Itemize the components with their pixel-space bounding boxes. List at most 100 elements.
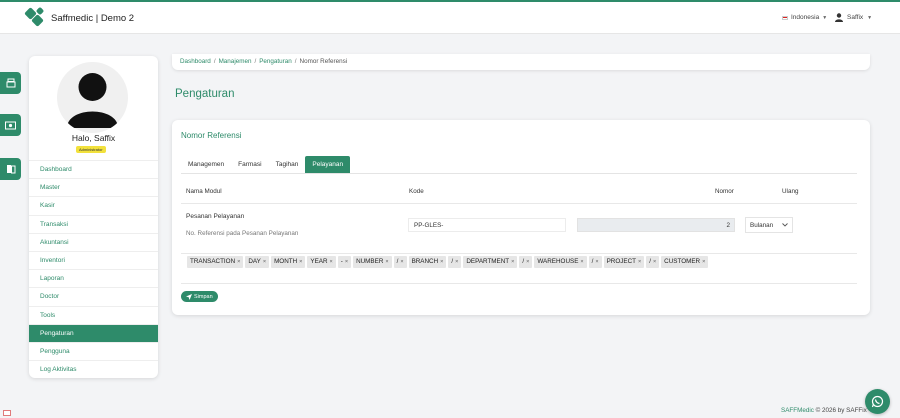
format-token[interactable]: DEPARTMENT ×: [463, 256, 518, 268]
format-token[interactable]: TRANSACTION ×: [187, 256, 244, 268]
format-token[interactable]: DAY ×: [245, 256, 270, 268]
remove-token-icon[interactable]: ×: [595, 256, 598, 268]
saffmedic-logo-icon: [24, 6, 45, 28]
avatar: [57, 62, 128, 133]
language-label: Indonesia: [791, 14, 820, 21]
breadcrumb-bar: Dashboard / Manajemen / Pengaturan / Nom…: [172, 54, 870, 70]
user-dropdown[interactable]: Saffix ▼: [835, 13, 872, 22]
remove-token-icon[interactable]: ×: [455, 256, 458, 268]
language-dropdown[interactable]: Indonesia ▼: [782, 14, 827, 21]
sidebar-item-pengguna[interactable]: Pengguna: [29, 341, 158, 360]
module-description: No. Referensi pada Pesanan Pelayanan: [186, 230, 299, 237]
sidebar: Halo, Saffix Administrator Dashboard Mas…: [29, 56, 158, 378]
remove-token-icon[interactable]: ×: [237, 256, 240, 268]
breadcrumb-separator: /: [213, 58, 216, 65]
sidebar-item-kasir[interactable]: Kasir: [29, 196, 158, 214]
format-token[interactable]: PROJECT ×: [603, 256, 645, 268]
remove-token-icon[interactable]: ×: [511, 256, 514, 268]
format-token-label: -: [340, 258, 343, 265]
format-token-label: /: [522, 258, 525, 265]
header-divider: [181, 203, 857, 204]
reference-number-card: Nomor Referensi Managemen Farmasi Tagiha…: [172, 120, 870, 315]
format-token-label: CUSTOMER: [664, 258, 701, 265]
format-token-label: MONTH: [274, 258, 298, 265]
format-token-label: DAY: [248, 258, 261, 265]
format-token[interactable]: MONTH ×: [271, 256, 306, 268]
remove-token-icon[interactable]: ×: [702, 256, 705, 268]
tab-managemen[interactable]: Managemen: [181, 156, 231, 173]
format-token[interactable]: WAREHOUSE ×: [534, 256, 587, 268]
remove-token-icon[interactable]: ×: [440, 256, 443, 268]
format-token-label: YEAR: [310, 258, 328, 265]
tabs: Managemen Farmasi Tagihan Pelayanan: [181, 156, 351, 173]
side-tab-money[interactable]: [0, 114, 21, 136]
sidebar-menu: Dashboard Master Kasir Transaksi Akuntan…: [29, 160, 158, 378]
sidebar-item-pengaturan[interactable]: Pengaturan: [29, 323, 158, 342]
sidebar-item-tools[interactable]: Tools: [29, 305, 158, 324]
format-token[interactable]: NUMBER ×: [353, 256, 392, 268]
user-icon: [835, 13, 843, 22]
breadcrumb-manajemen[interactable]: Manajemen: [219, 58, 252, 65]
tab-pelayanan[interactable]: Pelayanan: [305, 156, 351, 173]
tab-farmasi[interactable]: Farmasi: [231, 156, 268, 173]
remove-token-icon[interactable]: ×: [638, 256, 641, 268]
repeat-select[interactable]: Bulanan: [745, 217, 793, 233]
remove-token-icon[interactable]: ×: [580, 256, 583, 268]
breadcrumb-pengaturan[interactable]: Pengaturan: [259, 58, 292, 65]
sidebar-item-dashboard[interactable]: Dashboard: [29, 160, 158, 178]
whatsapp-icon: [871, 395, 884, 408]
remove-token-icon[interactable]: ×: [653, 256, 656, 268]
format-token-input[interactable]: TRANSACTION × DAY × MONTH × YEAR × - × NUMBER × / × BR…: [187, 254, 856, 270]
app-title: Saffmedic | Demo 2: [51, 12, 135, 24]
format-token[interactable]: BRANCH ×: [408, 256, 447, 268]
remove-token-icon[interactable]: ×: [400, 256, 403, 268]
brand[interactable]: Saffmedic | Demo 2: [24, 6, 135, 28]
format-token-label: DEPARTMENT: [466, 258, 510, 265]
format-token-label: PROJECT: [606, 258, 636, 265]
header-code: Kode: [409, 188, 424, 195]
format-token[interactable]: - ×: [337, 256, 352, 268]
code-input[interactable]: [408, 218, 566, 232]
footer-brand[interactable]: SAFFMedic: [781, 407, 814, 414]
sidebar-item-akuntansi[interactable]: Akuntansi: [29, 232, 158, 251]
sidebar-item-master[interactable]: Master: [29, 178, 158, 196]
breadcrumb-current: Nomor Referensi: [299, 58, 348, 65]
format-token[interactable]: / ×: [646, 256, 660, 268]
header-number: Nomor: [715, 188, 734, 195]
tab-tagihan[interactable]: Tagihan: [269, 156, 306, 173]
side-tab-report[interactable]: [0, 158, 21, 180]
format-token[interactable]: / ×: [588, 256, 602, 268]
sidebar-item-laporan[interactable]: Laporan: [29, 269, 158, 287]
side-tab-cashier[interactable]: [0, 72, 21, 94]
format-token[interactable]: / ×: [519, 256, 533, 268]
save-button[interactable]: Simpan: [181, 291, 218, 302]
money-icon: [5, 121, 16, 129]
remove-token-icon[interactable]: ×: [299, 256, 302, 268]
header-module: Nama Modul: [186, 188, 222, 195]
format-token-label: /: [396, 258, 399, 265]
whatsapp-button[interactable]: [865, 389, 890, 414]
format-token[interactable]: YEAR ×: [307, 256, 336, 268]
sidebar-item-doctor[interactable]: Doctor: [29, 287, 158, 305]
card-title: Nomor Referensi: [181, 131, 242, 140]
tab-divider: [181, 173, 857, 174]
remove-token-icon[interactable]: ×: [263, 256, 266, 268]
sidebar-item-inventori[interactable]: Inventori: [29, 250, 158, 269]
chevron-down-icon: ▼: [822, 14, 828, 21]
remove-token-icon[interactable]: ×: [385, 256, 388, 268]
sidebar-item-transaksi[interactable]: Transaksi: [29, 214, 158, 233]
format-token[interactable]: / ×: [448, 256, 462, 268]
remove-token-icon[interactable]: ×: [345, 256, 348, 268]
chevron-down-icon: [782, 223, 788, 227]
sidebar-item-log-aktivitas[interactable]: Log Aktivitas: [29, 360, 158, 378]
format-token[interactable]: CUSTOMER ×: [661, 256, 709, 268]
remove-token-icon[interactable]: ×: [526, 256, 529, 268]
format-token-label: /: [591, 258, 594, 265]
user-name: Saffix: [847, 14, 864, 21]
remove-token-icon[interactable]: ×: [330, 256, 333, 268]
book-icon: [6, 165, 15, 174]
format-token[interactable]: / ×: [393, 256, 407, 268]
role-badge: Administrator: [76, 146, 106, 153]
save-label: Simpan: [194, 293, 213, 300]
breadcrumb-dashboard[interactable]: Dashboard: [180, 58, 211, 65]
